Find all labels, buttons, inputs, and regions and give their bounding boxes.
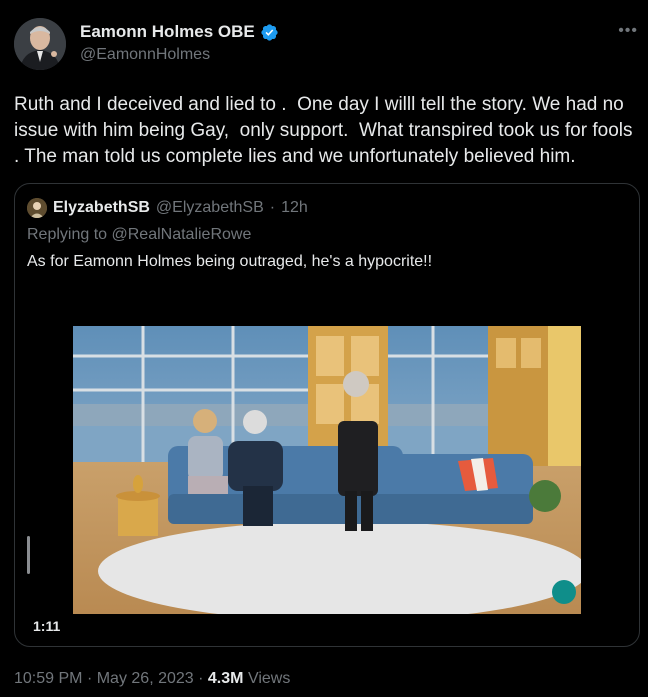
replying-to-handle[interactable]: @RealNatalieRowe — [112, 226, 252, 243]
scroll-indicator — [27, 536, 30, 574]
replying-to-line: Replying to @RealNatalieRowe — [27, 226, 251, 244]
quoted-author-photo — [27, 198, 47, 218]
tweet-date[interactable]: May 26, 2023 — [97, 670, 194, 687]
views-label: Views — [247, 670, 291, 687]
author-handle[interactable]: @EamonnHolmes — [80, 46, 210, 64]
quoted-tweet-text: As for Eamonn Holmes being outraged, he'… — [27, 253, 433, 270]
video-duration: 1:11 — [33, 618, 61, 634]
quoted-author-avatar[interactable] — [27, 198, 47, 218]
quoted-tweet-header: ElyzabethSB @ElyzabethSB · 12h — [27, 198, 308, 218]
author-photo — [14, 18, 66, 70]
meta-separator: · — [198, 670, 204, 687]
video-player[interactable] — [73, 326, 581, 614]
more-icon[interactable]: ••• — [618, 22, 638, 40]
quoted-tweet-card[interactable]: ElyzabethSB @ElyzabethSB · 12h Replying … — [14, 183, 640, 647]
tweet-text: Ruth and I deceived and lied to . One da… — [14, 94, 638, 167]
tweet-time[interactable]: 10:59 PM — [14, 670, 82, 687]
video-frame — [73, 326, 581, 614]
replying-to-prefix: Replying to — [27, 226, 112, 243]
verified-badge-icon — [261, 23, 278, 41]
views-count: 4.3M — [207, 670, 244, 687]
quoted-author-name[interactable]: ElyzabethSB — [53, 199, 150, 217]
author-avatar[interactable] — [14, 18, 66, 70]
separator-dot: · — [269, 199, 276, 216]
tweet-meta: 10:59 PM · May 26, 2023 · 4.3M Views — [14, 670, 290, 688]
author-display-name[interactable]: Eamonn Holmes OBE — [80, 22, 255, 42]
meta-separator: · — [86, 670, 93, 687]
quoted-tweet-time[interactable]: 12h — [281, 199, 308, 217]
author-name-row[interactable]: Eamonn Holmes OBE — [80, 22, 279, 42]
quoted-author-handle[interactable]: @ElyzabethSB — [156, 199, 264, 217]
